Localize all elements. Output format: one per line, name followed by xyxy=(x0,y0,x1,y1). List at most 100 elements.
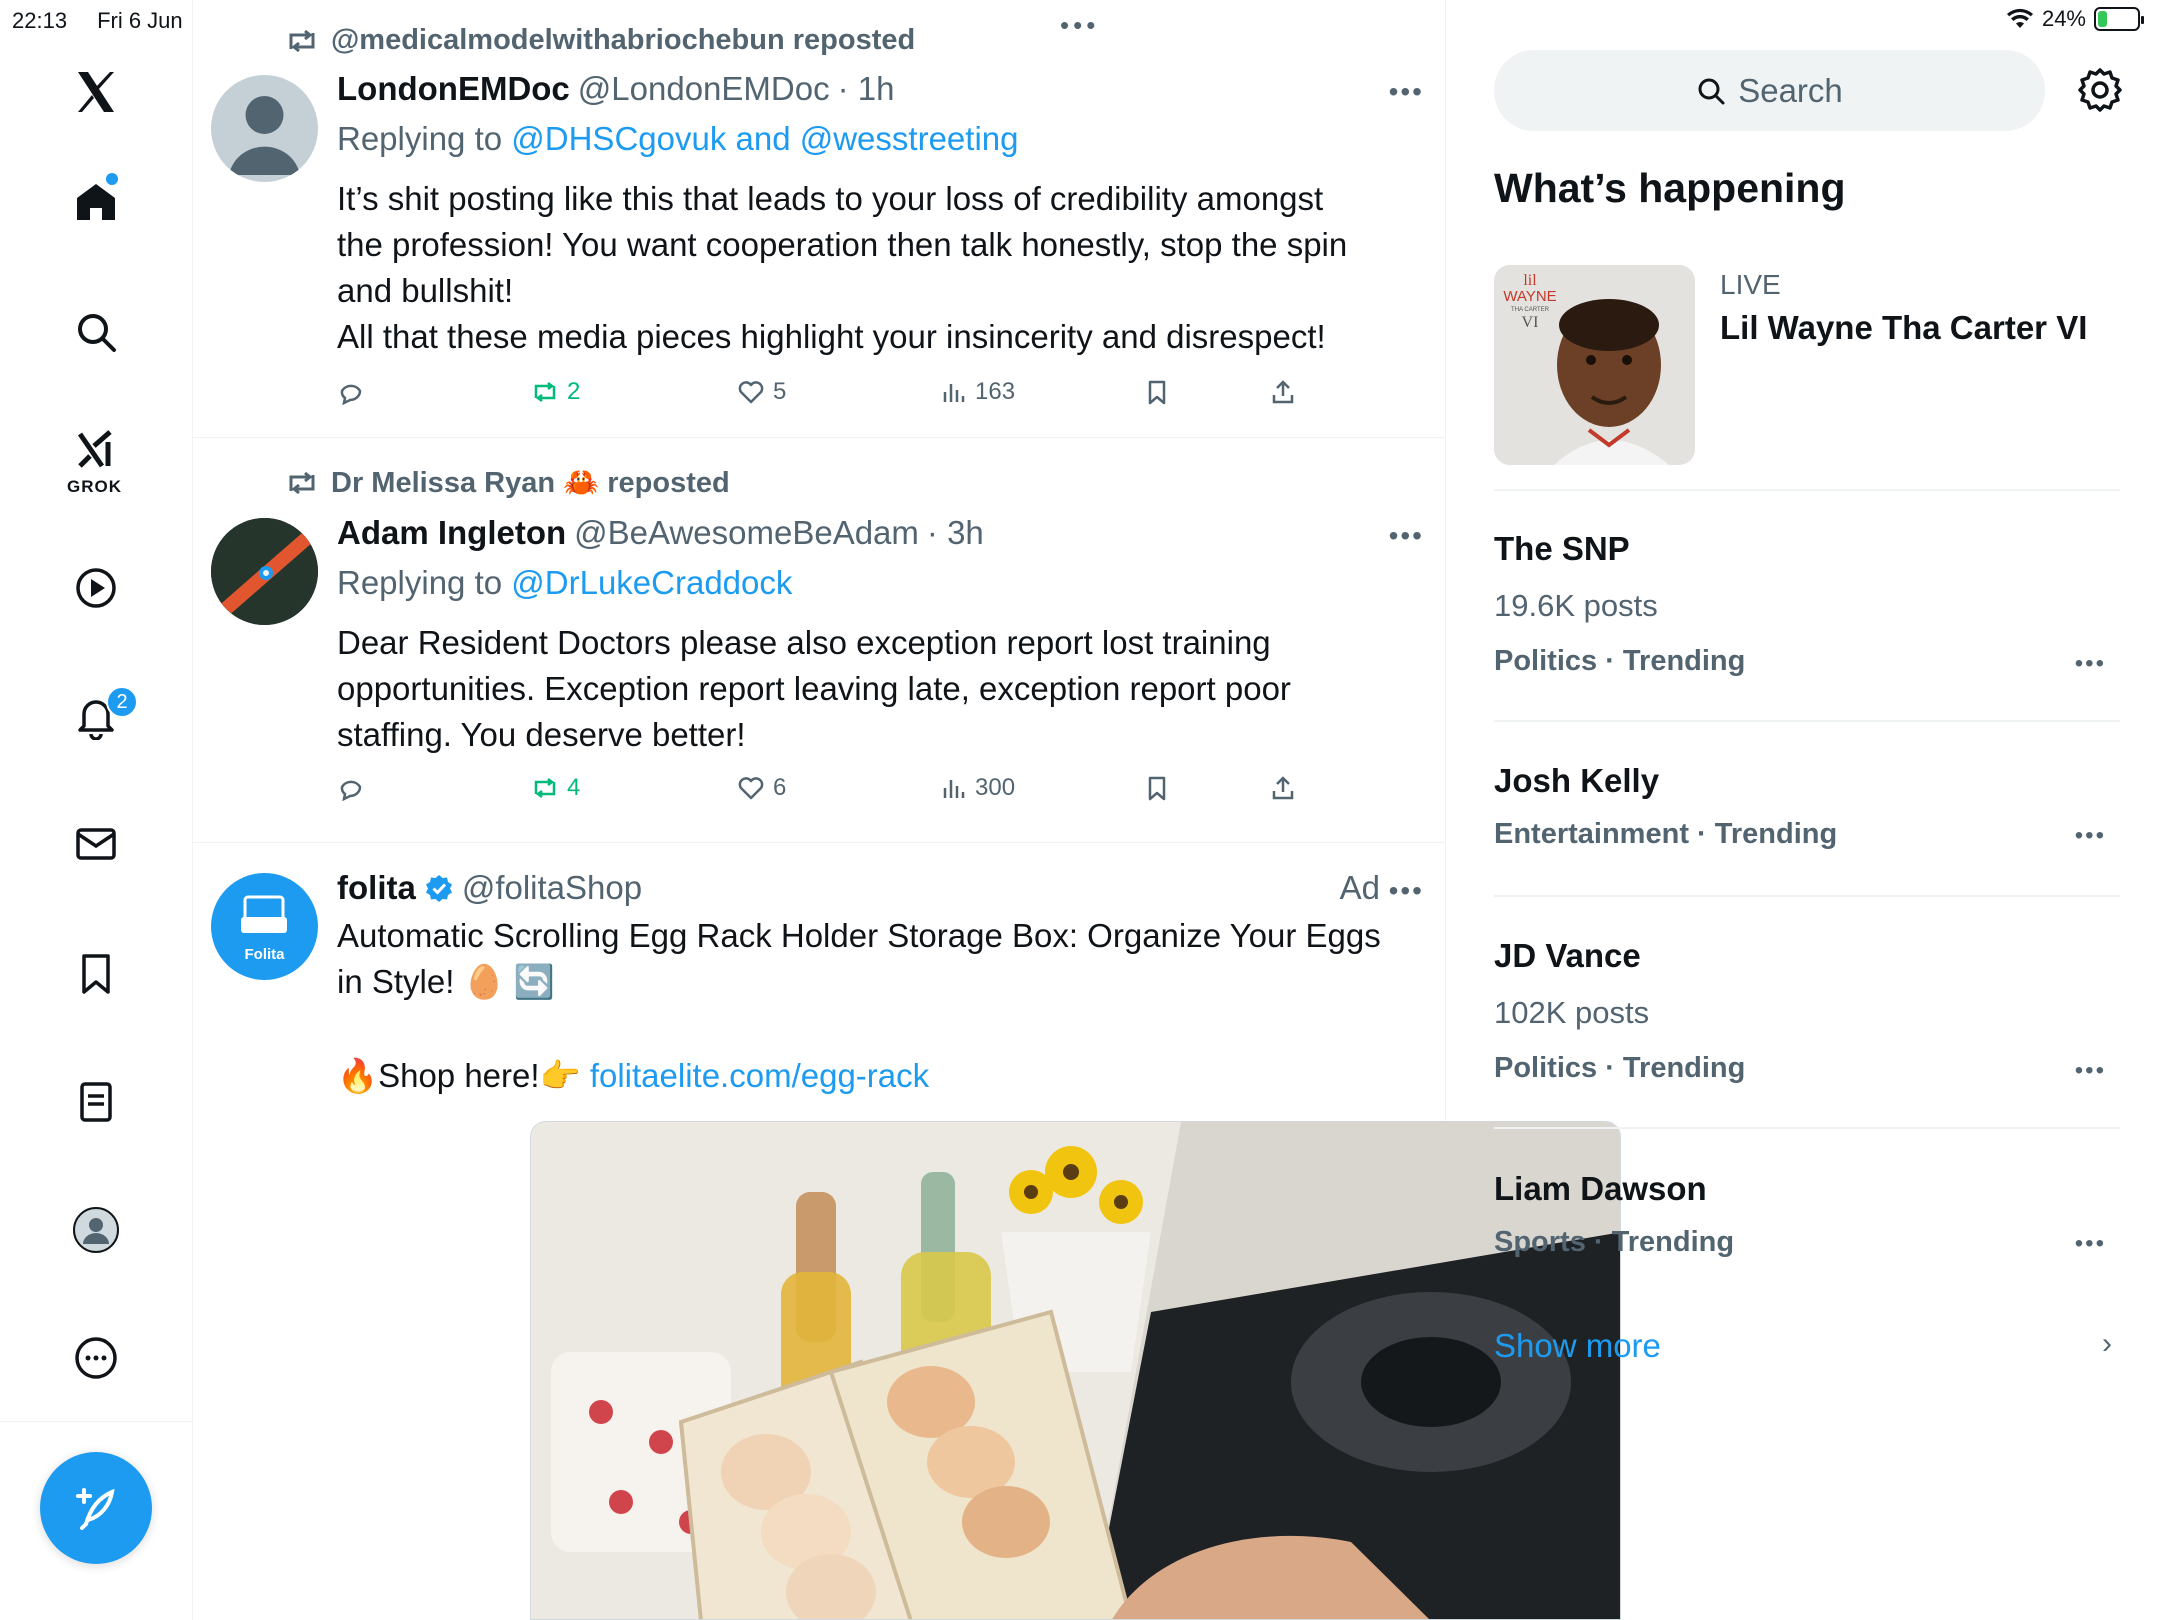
heart-icon xyxy=(738,381,764,404)
author-name[interactable]: Adam Ingleton xyxy=(337,514,566,552)
post-more-button[interactable]: ••• xyxy=(1389,875,1424,907)
battery-fill xyxy=(2098,11,2107,27)
video-play-icon[interactable] xyxy=(66,558,126,618)
reply-button[interactable] xyxy=(337,378,365,406)
post-text-line: the profession! You want cooperation the… xyxy=(337,226,1348,263)
replying-mentions[interactable]: @DrLukeCraddock xyxy=(511,564,792,601)
trend-post-count: 19.6K posts xyxy=(1494,588,1658,623)
live-event-card[interactable]: lil WAYNE THA CARTER VI LIVE Lil Wayne T… xyxy=(1494,265,2120,490)
repost-icon xyxy=(534,778,556,798)
author-name[interactable]: LondonEMDoc xyxy=(337,70,570,108)
trend-item-liam-dawson[interactable]: Liam Dawson Sports · Trending ••• xyxy=(1494,1170,2120,1270)
battery-icon xyxy=(2094,7,2144,31)
messages-envelope-icon[interactable] xyxy=(66,814,126,874)
explore-search-icon[interactable] xyxy=(66,302,126,362)
verified-badge-icon xyxy=(425,875,452,902)
post-londonemdoc[interactable]: @medicalmodelwithabriochebun reposted Lo… xyxy=(193,0,1446,438)
bookmarks-icon[interactable] xyxy=(66,944,126,1004)
share-icon xyxy=(1272,776,1294,800)
view-count: 163 xyxy=(975,378,1016,405)
thumb-text-tha-carter: THA CARTER xyxy=(1511,307,1550,313)
trend-item-jd-vance[interactable]: JD Vance 102K posts Politics · Trending … xyxy=(1494,937,2120,1087)
notification-count-badge: 2 xyxy=(106,686,138,718)
battery-percent: 24% xyxy=(2041,6,2086,31)
home-unread-dot xyxy=(106,173,118,185)
post-adam-ingleton[interactable]: Dr Melissa Ryan 🦀 reposted Adam Ingleton… xyxy=(193,438,1446,843)
search-input[interactable]: Search xyxy=(1494,50,2045,131)
trend-name: JD Vance xyxy=(1494,937,1641,974)
reply-button[interactable] xyxy=(337,774,365,802)
trend-name: The SNP xyxy=(1494,530,1630,567)
share-button[interactable] xyxy=(1269,774,1297,802)
trend-post-count: 102K posts xyxy=(1494,995,1650,1030)
repost-count: 2 xyxy=(567,378,581,405)
share-button[interactable] xyxy=(1269,378,1297,406)
author-name[interactable]: folita xyxy=(337,869,416,907)
views-chart-icon xyxy=(943,384,965,402)
trend-category: Entertainment · Trending xyxy=(1494,818,1838,850)
trend-more-button[interactable]: ••• xyxy=(2075,1057,2106,1085)
post-more-button[interactable]: ••• xyxy=(1389,520,1424,552)
bookmark-icon xyxy=(1148,776,1166,801)
trend-divider xyxy=(1494,720,2120,722)
views-button[interactable]: 300 xyxy=(939,774,1015,802)
repost-by-text[interactable]: Dr Melissa Ryan 🦀 reposted xyxy=(331,466,730,500)
lists-icon[interactable] xyxy=(66,1072,126,1132)
view-count: 300 xyxy=(975,774,1016,801)
post-more-button[interactable]: ••• xyxy=(1389,76,1424,108)
repost-button[interactable]: 2 xyxy=(531,378,580,406)
left-nav: GROK 2 xyxy=(0,0,193,1620)
status-bar-right: 24% xyxy=(2006,6,2144,32)
avatar[interactable] xyxy=(211,75,318,182)
x-logo-icon[interactable] xyxy=(66,62,126,122)
search-placeholder: Search xyxy=(1738,71,1843,109)
trend-more-button[interactable]: ••• xyxy=(2075,822,2106,850)
timeline-feed: @medicalmodelwithabriochebun reposted Lo… xyxy=(193,0,1631,1620)
avatar[interactable] xyxy=(211,518,318,625)
ad-shop-line: 🔥Shop here!👉 folitaelite.com/egg-rack xyxy=(337,1053,1417,1099)
compose-feather-icon xyxy=(76,1488,115,1530)
post-time[interactable]: · 3h xyxy=(927,514,984,552)
trend-item-josh-kelly[interactable]: Josh Kelly Entertainment · Trending ••• xyxy=(1494,762,2120,862)
bookmark-button[interactable] xyxy=(1143,378,1171,406)
post-text-line: Dear Resident Doctors please also except… xyxy=(337,624,1271,661)
views-chart-icon xyxy=(943,780,965,798)
show-more-label: Show more xyxy=(1494,1327,1661,1364)
advertiser-avatar[interactable]: Folita xyxy=(211,873,318,980)
trend-divider xyxy=(1494,1127,2120,1129)
like-button[interactable]: 5 xyxy=(737,378,786,406)
trend-item-the-snp[interactable]: The SNP 19.6K posts Politics · Trending … xyxy=(1494,530,2120,680)
thumb-text-lil: lil xyxy=(1523,272,1537,289)
post-text-line: opportunities. Exception report leaving … xyxy=(337,670,1291,707)
post-header: folita @folitaShop xyxy=(337,869,642,907)
advertiser-avatar-text: Folita xyxy=(245,946,286,963)
repost-by-text[interactable]: @medicalmodelwithabriochebun reposted xyxy=(331,24,915,57)
wifi-icon xyxy=(2006,8,2033,28)
chevron-right-icon: › xyxy=(2102,1327,2112,1360)
author-handle[interactable]: @folitaShop xyxy=(462,869,642,907)
trend-more-button[interactable]: ••• xyxy=(2075,1230,2106,1258)
repost-indicator: @medicalmodelwithabriochebun reposted xyxy=(285,24,915,57)
author-handle[interactable]: @LondonEMDoc xyxy=(578,70,830,108)
compose-post-button[interactable] xyxy=(40,1452,152,1564)
grok-icon[interactable] xyxy=(66,420,126,480)
like-button[interactable]: 6 xyxy=(737,774,786,802)
ad-link[interactable]: folitaelite.com/egg-rack xyxy=(590,1057,929,1094)
author-handle[interactable]: @BeAwesomeBeAdam xyxy=(574,514,919,552)
more-options-icon[interactable] xyxy=(66,1328,126,1388)
bookmark-button[interactable] xyxy=(1143,774,1171,802)
settings-gear-icon[interactable] xyxy=(2076,66,2124,114)
trend-name: Josh Kelly xyxy=(1494,762,1660,799)
heart-icon xyxy=(738,777,764,800)
repost-button[interactable]: 4 xyxy=(531,774,580,802)
views-button[interactable]: 163 xyxy=(939,378,1015,406)
ad-video-image[interactable] xyxy=(530,1121,1621,1620)
show-more-link[interactable]: Show more › xyxy=(1494,1327,2120,1365)
ad-text: Automatic Scrolling Egg Rack Holder Stor… xyxy=(337,913,1417,1005)
bookmark-icon xyxy=(1148,380,1166,405)
profile-avatar-icon[interactable] xyxy=(66,1200,126,1260)
replying-to: Replying to @DHSCgovuk and @wesstreeting xyxy=(337,120,1018,158)
post-time[interactable]: · 1h xyxy=(838,70,895,108)
replying-mentions[interactable]: @DHSCgovuk and @wesstreeting xyxy=(511,120,1018,157)
trend-more-button[interactable]: ••• xyxy=(2075,650,2106,678)
